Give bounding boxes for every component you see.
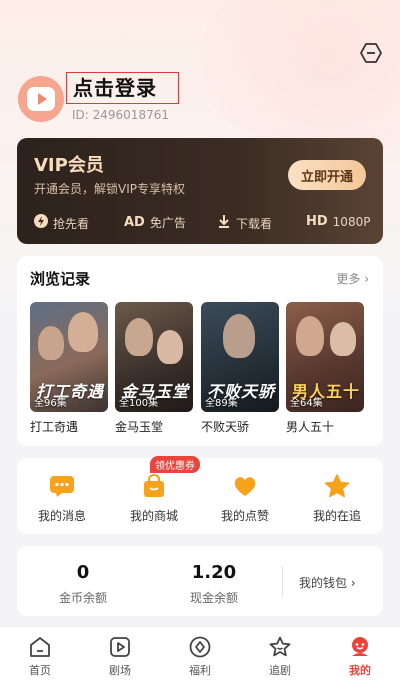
coin-balance[interactable]: 0 金币余额 xyxy=(23,562,143,606)
history-card: 浏览记录 更多 › 打工奇遇 全96集 打工奇遇 金马玉堂 全100集 金马玉堂… xyxy=(17,256,383,446)
action-label: 我的消息 xyxy=(37,509,86,523)
poster-image: 男人五十 全64集 xyxy=(286,302,364,412)
history-item[interactable]: 男人五十 全64集 男人五十 xyxy=(286,302,364,435)
cash-balance-label: 现金余额 xyxy=(189,591,238,605)
my-wallet-link[interactable]: 我的钱包 › xyxy=(299,574,356,591)
vip-perks: 抢先看 AD 免广告 下载看 HD 1080P xyxy=(34,214,374,232)
lightning-icon xyxy=(34,214,48,232)
wallet-card: 0 金币余额 1.20 现金余额 我的钱包 › xyxy=(17,546,383,616)
quick-actions-card: 领优惠券 我的消息 我的商城 我的点赞 我的在追 xyxy=(17,456,383,534)
coin-balance-value: 0 xyxy=(76,562,90,583)
history-item-name: 不败天骄 xyxy=(201,420,250,434)
perk-download: 下载看 xyxy=(217,214,272,232)
history-item-name: 金马玉堂 xyxy=(115,420,164,434)
tab-label: 我的 xyxy=(349,664,371,677)
cash-balance-value: 1.20 xyxy=(191,562,237,583)
episode-count: 全100集 xyxy=(119,398,159,409)
history-item-name: 男人五十 xyxy=(286,420,335,434)
profile-active-icon xyxy=(348,635,372,659)
vip-subtitle: 开通会员，解锁VIP专享特权 xyxy=(34,182,185,196)
coin-balance-label: 金币余额 xyxy=(58,591,107,605)
perk-early-access: 抢先看 xyxy=(34,214,89,232)
tab-mine[interactable]: 我的 xyxy=(330,635,390,678)
poster-figure xyxy=(330,322,356,356)
tab-theater[interactable]: 剧场 xyxy=(90,635,150,678)
tab-label: 首页 xyxy=(29,664,51,677)
more-label: 更多 xyxy=(336,272,361,286)
wallet-divider xyxy=(282,566,283,598)
action-shop[interactable]: 我的商城 xyxy=(114,474,194,524)
coin-diamond-icon xyxy=(188,635,212,659)
settings-hexagon-icon[interactable] xyxy=(360,42,382,64)
login-button[interactable]: 点击登录 xyxy=(66,72,179,104)
play-box-icon xyxy=(108,635,132,659)
tab-label: 福利 xyxy=(189,664,211,677)
tab-home[interactable]: 首页 xyxy=(10,635,70,678)
hd-icon: HD xyxy=(306,214,328,229)
vip-title: VIP会员 xyxy=(34,155,104,176)
perk-label: 1080P xyxy=(332,214,371,229)
history-item[interactable]: 打工奇遇 全96集 打工奇遇 xyxy=(30,302,108,435)
poster-figure xyxy=(38,326,64,360)
tab-label: 追剧 xyxy=(269,664,291,677)
shop-bag-icon xyxy=(140,474,168,498)
episode-count: 全64集 xyxy=(290,398,323,409)
star-icon xyxy=(323,474,351,498)
history-item-name: 打工奇遇 xyxy=(30,420,79,434)
poster-figure xyxy=(157,330,183,364)
action-following[interactable]: 我的在追 xyxy=(297,474,377,524)
tab-following[interactable]: 追剧 xyxy=(250,635,310,678)
history-item[interactable]: 不败天骄 全89集 不败天骄 xyxy=(201,302,279,435)
perk-hd: HD 1080P xyxy=(306,214,370,229)
cash-balance[interactable]: 1.20 现金余额 xyxy=(154,562,274,606)
perk-label: 抢先看 xyxy=(53,216,90,231)
play-logo-icon xyxy=(27,87,55,111)
action-label: 我的商城 xyxy=(129,509,178,523)
chevron-right-icon: › xyxy=(364,272,369,286)
vip-banner[interactable]: VIP会员 开通会员，解锁VIP专享特权 立即开通 抢先看 AD 免广告 下载看… xyxy=(17,138,383,244)
user-id: ID: 2496018761 xyxy=(72,108,169,122)
coupon-badge[interactable]: 领优惠券 xyxy=(150,456,200,473)
avatar[interactable] xyxy=(18,76,64,122)
perk-label: 免广告 xyxy=(149,216,186,230)
poster-image: 打工奇遇 全96集 xyxy=(30,302,108,412)
download-icon xyxy=(217,214,231,232)
poster-figure xyxy=(223,314,255,358)
bottom-tab-bar: 首页 剧场 福利 追剧 我的 xyxy=(0,626,400,689)
action-label: 我的在追 xyxy=(312,509,361,523)
poster-figure xyxy=(125,318,153,356)
history-more-link[interactable]: 更多 › xyxy=(336,270,369,287)
perk-no-ads: AD 免广告 xyxy=(124,214,186,231)
tab-welfare[interactable]: 福利 xyxy=(170,635,230,678)
history-item[interactable]: 金马玉堂 全100集 金马玉堂 xyxy=(115,302,193,435)
poster-figure xyxy=(68,312,98,352)
wallet-link-label: 我的钱包 xyxy=(299,576,348,590)
message-icon xyxy=(48,474,76,498)
chevron-right-icon: › xyxy=(350,576,356,590)
action-messages[interactable]: 我的消息 xyxy=(22,474,102,524)
poster-image: 金马玉堂 全100集 xyxy=(115,302,193,412)
star-outline-icon xyxy=(268,635,292,659)
heart-icon xyxy=(231,474,259,498)
vip-open-button[interactable]: 立即开通 xyxy=(288,160,366,190)
history-title: 浏览记录 xyxy=(30,270,91,288)
episode-count: 全96集 xyxy=(34,398,67,409)
tab-label: 剧场 xyxy=(109,664,131,677)
profile-header[interactable]: 点击登录 ID: 2496018761 xyxy=(18,72,378,126)
login-label: 点击登录 xyxy=(73,76,157,100)
episode-count: 全89集 xyxy=(205,398,238,409)
ad-icon: AD xyxy=(124,215,145,230)
action-likes[interactable]: 我的点赞 xyxy=(205,474,285,524)
home-icon xyxy=(28,635,52,659)
action-label: 我的点赞 xyxy=(220,509,269,523)
perk-label: 下载看 xyxy=(236,216,273,231)
poster-image: 不败天骄 全89集 xyxy=(201,302,279,412)
poster-figure xyxy=(296,316,324,356)
